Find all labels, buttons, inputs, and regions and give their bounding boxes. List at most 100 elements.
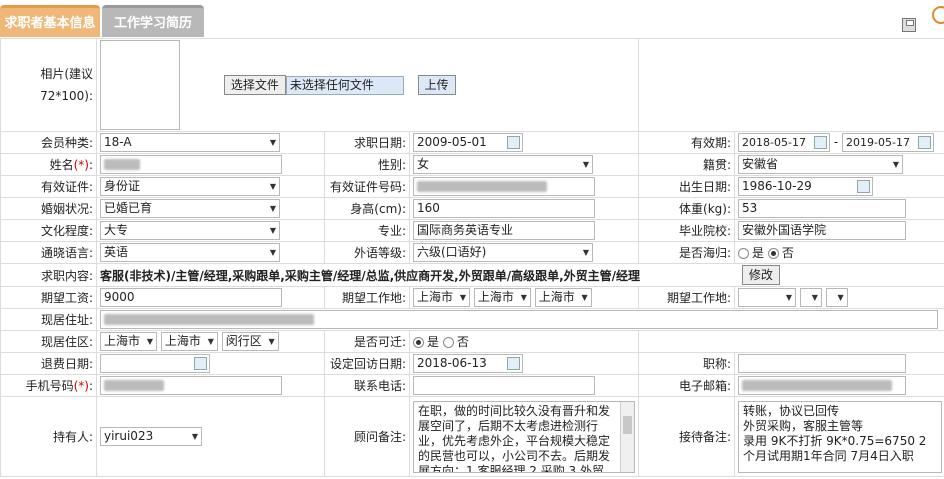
height-input[interactable]: 160 [413,199,595,218]
member-type-select[interactable]: 18-A [100,133,280,152]
redacted-mobile [104,380,164,391]
work2-city-select[interactable] [799,288,822,307]
consultant-note-text: 在职，做的时间比较久没有晋升和发展空间了，后期不太考虑进检测行业，优先考虑外企，… [418,403,611,473]
valid-period-label: 有效期: [638,131,736,154]
revisit-date-input[interactable]: 2018-06-13 [413,354,523,373]
job-date-label: 求职日期: [324,131,410,154]
refund-date-input[interactable] [100,354,210,373]
calendar-icon[interactable] [507,136,520,149]
scrollbar[interactable] [620,401,634,472]
overseas-no-radio[interactable] [767,248,779,259]
job-date-input[interactable]: 2009-05-01 [413,133,523,152]
relocate-label: 是否可迁: [324,330,410,353]
choose-file-button[interactable]: 选择文件 [223,75,286,95]
phone-label: 联系电话: [324,374,410,397]
tab-work-history[interactable]: 工作学习简历 [102,5,204,37]
birth-label: 出生日期: [638,175,736,198]
phone-input[interactable] [413,376,595,395]
work-city-select[interactable]: 上海市 [473,288,531,307]
work-province-select[interactable]: 上海市 [413,288,471,307]
calendar-icon[interactable] [814,136,828,149]
required-mark: (*) [73,379,89,393]
redacted-email [742,380,893,391]
address-input[interactable] [100,310,938,329]
photo-preview [100,40,180,130]
job-date-value: 2009-05-01 [417,135,487,149]
overseas-yes-label: 是 [752,246,765,260]
gender-select[interactable]: 女 [413,155,593,174]
calendar-icon[interactable] [857,180,871,193]
id-no-input[interactable] [413,177,595,196]
relocate-no-radio[interactable] [442,337,454,348]
revisit-date-label: 设定回访日期: [324,352,410,375]
school-label: 毕业院校: [638,219,736,242]
gender-label: 性别: [324,153,410,176]
holder-select[interactable]: yirui023 [100,427,202,446]
work-place1-label: 期望工作地: [324,286,410,309]
calendar-icon[interactable] [918,136,932,149]
work2-province-select[interactable] [738,288,797,307]
reception-note-textarea[interactable]: 转账，协议已回传 外贸采购，客服主管等 录用 9K不打折 9K*0.75=675… [738,400,943,473]
relocate-no-label: 否 [456,335,469,349]
work-place2-label: 期望工作地: [638,286,736,309]
school-input[interactable]: 安徽外国语学院 [738,221,907,240]
work2-district-select[interactable] [825,288,848,307]
id-type-select[interactable]: 身份证 [100,177,280,196]
edit-job-content-button[interactable]: 修改 [741,265,780,285]
job-content-label: 求职内容: [0,263,97,287]
residence-province-select[interactable]: 上海市 [100,332,158,351]
overseas-yes-radio[interactable] [738,248,750,259]
overseas-label: 是否海归: [638,241,736,264]
native-select[interactable]: 安徽省 [738,155,904,174]
close-icon[interactable] [932,6,944,24]
language-select[interactable]: 英语 [100,243,280,262]
weight-label: 体重(kg): [638,197,736,220]
valid-from-input[interactable]: 2018-05-17 [738,133,831,152]
salary-input[interactable]: 9000 [100,288,282,307]
native-label: 籍贯: [638,153,736,176]
id-no-label: 有效证件号码: [324,175,410,198]
lang-level-select[interactable]: 六级(口语好) [413,243,593,262]
birth-input[interactable]: 1986-10-29 [738,177,874,196]
marital-label: 婚姻状况: [0,197,97,220]
title-input[interactable] [738,354,907,373]
residence-city-select[interactable]: 上海市 [160,332,218,351]
id-type-label: 有效证件: [0,175,97,198]
consultant-note-label: 顾问备注: [324,396,410,477]
lang-level-label: 外语等级: [324,241,410,264]
valid-to-input[interactable]: 2019-05-17 [842,133,935,152]
redacted-address [104,314,314,325]
reception-note-text: 转账，协议已回传 外贸采购，客服主管等 录用 9K不打折 9K*0.75=675… [743,403,927,463]
overseas-no-label: 否 [781,246,794,260]
consultant-note-textarea[interactable]: 在职，做的时间比较久没有晋升和发展空间了，后期不太考虑进检测行业，优先考虑外企，… [413,400,635,473]
address-label: 现居住址: [0,308,97,331]
height-label: 身高(cm): [324,197,410,220]
member-type-label: 会员种类: [0,131,97,154]
weight-input[interactable]: 53 [738,199,907,218]
major-input[interactable]: 国际商务英语专业 [413,221,595,240]
work-district-select[interactable]: 上海市 [534,288,592,307]
file-name-display: 未选择任何文件 [285,75,404,95]
holder-label: 持有人: [0,396,97,477]
tab-bar: 求职者基本信息 工作学习简历 [0,0,944,38]
name-input[interactable] [100,155,282,174]
upload-button[interactable]: 上传 [417,75,456,95]
email-input[interactable] [738,376,907,395]
calendar-icon[interactable] [507,357,520,370]
mobile-input[interactable] [100,376,282,395]
language-label: 通晓语言: [0,241,97,264]
marital-select[interactable]: 已婚已育 [100,199,280,218]
valid-period-separator: - [833,135,839,149]
revisit-date-value: 2018-06-13 [417,356,487,370]
relocate-yes-radio[interactable] [413,337,424,348]
required-mark: (*) [73,158,89,172]
education-select[interactable]: 大专 [100,221,280,240]
birth-value: 1986-10-29 [742,179,812,193]
residence-district-select[interactable]: 闵行区 [221,332,279,351]
residence-label: 现居住区: [0,330,97,353]
mobile-label: 手机号码(*): [0,374,97,397]
name-label: 姓名(*): [0,153,97,176]
save-icon[interactable] [902,18,916,32]
calendar-icon[interactable] [194,357,207,370]
tab-basic-info[interactable]: 求职者基本信息 [0,5,100,37]
